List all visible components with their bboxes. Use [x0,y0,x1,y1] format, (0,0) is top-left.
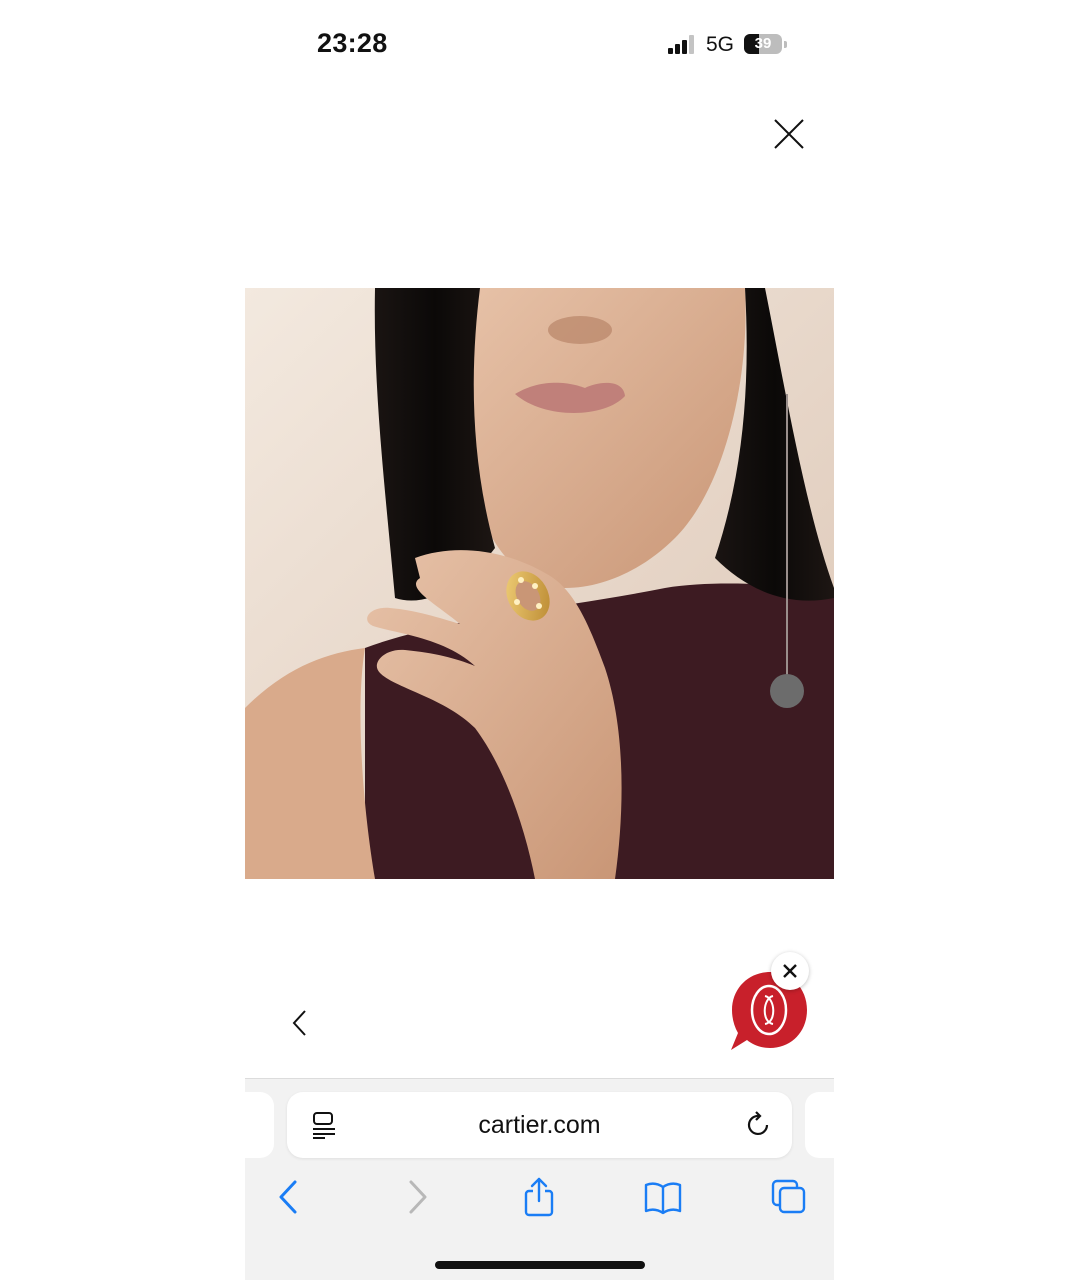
address-bar[interactable]: cartier.com [287,1092,792,1158]
reload-icon[interactable] [745,1111,773,1139]
chevron-right-icon[interactable] [397,1177,437,1217]
chat-close-button[interactable] [771,952,809,990]
close-icon[interactable] [771,116,807,152]
zoom-slider-knob[interactable] [770,674,804,708]
zoom-slider-track [786,394,788,692]
model-wearing-gold-ring [245,288,834,879]
battery-icon: 39 [744,34,782,54]
product-image[interactable] [245,288,834,879]
battery-percent: 39 [754,35,772,52]
chevron-left-icon[interactable] [289,1008,313,1038]
phone-screen: 23:28 5G 39 cartier.com [245,0,834,1280]
close-icon [783,964,797,978]
home-indicator[interactable] [435,1261,645,1269]
network-type: 5G [706,33,735,56]
book-icon[interactable] [643,1177,683,1217]
cellular-signal-icon [668,34,698,54]
previous-tab-preview[interactable] [245,1092,274,1158]
tabs-icon[interactable] [769,1177,809,1217]
battery-cap [784,41,787,48]
url-text: cartier.com [478,1111,601,1139]
next-tab-preview[interactable] [805,1092,834,1158]
share-icon[interactable] [519,1177,559,1217]
browser-toolbar: cartier.com [245,1078,834,1280]
status-time: 23:28 [317,28,388,58]
chevron-left-icon[interactable] [269,1177,309,1217]
